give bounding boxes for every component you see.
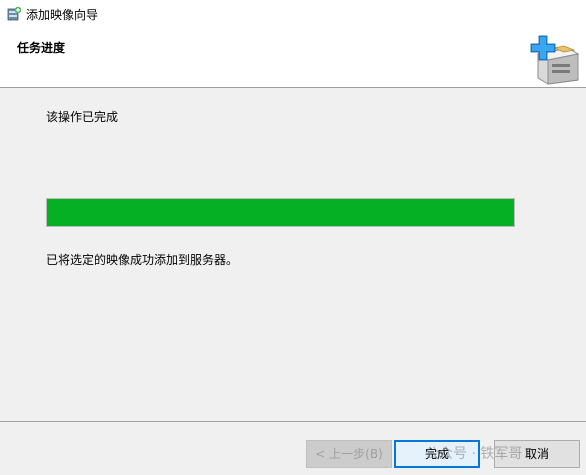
server-image-icon bbox=[7, 6, 22, 21]
wizard-content: 该操作已完成 已将选定的映像成功添加到服务器。 bbox=[0, 89, 586, 419]
window-title: 添加映像向导 bbox=[26, 8, 99, 22]
footer-divider bbox=[0, 421, 586, 422]
progress-bar-fill bbox=[47, 199, 514, 226]
result-text: 已将选定的映像成功添加到服务器。 bbox=[46, 253, 239, 267]
add-image-wizard-window: 添加映像向导 任务进度 该操作已完成 已将选定的映像成功添加到服务器。 < 上一… bbox=[0, 0, 586, 475]
step-title: 任务进度 bbox=[17, 41, 66, 55]
back-button[interactable]: < 上一步(B) bbox=[306, 440, 392, 468]
status-text: 该操作已完成 bbox=[46, 110, 119, 124]
wizard-header: 任务进度 bbox=[0, 30, 586, 88]
add-server-image-icon bbox=[530, 35, 580, 85]
cancel-button[interactable]: 取消 bbox=[494, 440, 580, 468]
progress-bar bbox=[46, 198, 515, 227]
title-bar: 添加映像向导 bbox=[0, 0, 586, 30]
finish-button[interactable]: 完成 bbox=[394, 440, 480, 468]
